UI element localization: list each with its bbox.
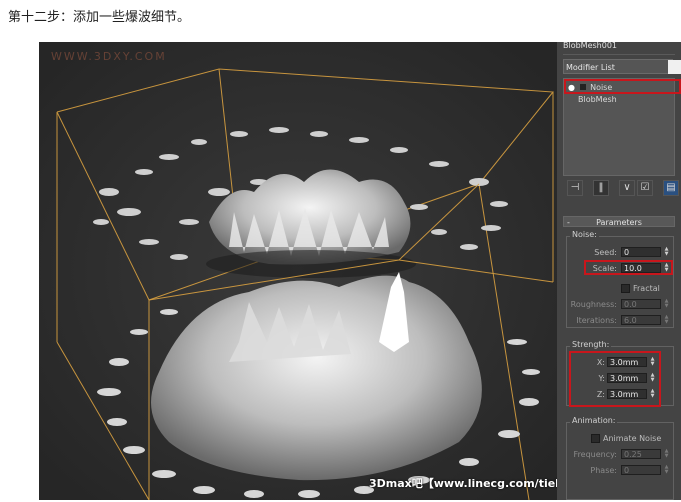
strength-group-title: Strength: <box>570 340 612 349</box>
seed-field[interactable]: 0 <box>621 247 661 257</box>
collapse-icon[interactable]: - <box>567 217 570 228</box>
parameters-title: Parameters <box>596 218 642 227</box>
parameters-rollout-header[interactable]: - Parameters <box>563 216 675 227</box>
perspective-viewport[interactable]: WWW.3DXY.COM 3Dmax吧【www.linecg.com/tieba… <box>39 42 557 500</box>
top-watermark: WWW.3DXY.COM <box>51 50 167 63</box>
frequency-label: Frequency: <box>573 450 617 459</box>
phase-label: Phase: <box>590 466 617 475</box>
iterations-spinner-icon[interactable]: ▲ ▼ <box>663 315 670 325</box>
animation-group-title: Animation: <box>570 416 618 425</box>
noise-group-title: Noise: <box>570 230 599 239</box>
noise-highlight-box <box>564 79 681 94</box>
dropdown-arrow-icon[interactable] <box>668 60 681 74</box>
show-end-result-icon[interactable]: ‖ <box>593 180 609 196</box>
strength-highlight-box <box>569 351 661 407</box>
bottom-watermark: 3Dmax吧【www.linecg.com/tieba/1771】 <box>369 477 557 490</box>
seed-spinner-icon[interactable]: ▲ ▼ <box>663 247 670 257</box>
phase-spinner-icon[interactable]: ▲ ▼ <box>663 465 670 475</box>
object-name: BlobMesh001 <box>563 42 618 50</box>
roughness-label: Roughness: <box>570 300 617 309</box>
animate-noise-label: Animate Noise <box>603 434 662 443</box>
fractal-checkbox[interactable] <box>621 284 630 293</box>
modifier-list-label: Modifier List <box>566 63 615 72</box>
iterations-field[interactable]: 6.0 <box>621 315 661 325</box>
seed-label: Seed: <box>594 248 617 257</box>
configure-sets-icon[interactable]: ▤ <box>663 180 679 196</box>
roughness-field[interactable]: 0.0 <box>621 299 661 309</box>
remove-modifier-icon[interactable]: ☑ <box>637 180 653 196</box>
command-panel: BlobMesh001 Modifier List ● Noise BlobMe… <box>557 42 681 500</box>
fractal-label: Fractal <box>633 284 660 293</box>
phase-field[interactable]: 0 <box>621 465 661 475</box>
scale-highlight-box <box>584 260 673 275</box>
iterations-label: Iterations: <box>576 316 617 325</box>
pin-stack-icon[interactable]: ⊣ <box>567 180 583 196</box>
stack-item-blobmesh[interactable]: BlobMesh <box>578 94 617 105</box>
stack-item-label: BlobMesh <box>578 95 617 104</box>
frequency-field[interactable]: 0.25 <box>621 449 661 459</box>
scene-render <box>39 42 557 500</box>
step-caption: 第十二步：添加一些爆波细节。 <box>8 10 191 25</box>
animate-noise-checkbox[interactable] <box>591 434 600 443</box>
roughness-spinner-icon[interactable]: ▲ ▼ <box>663 299 670 309</box>
modifier-list-dropdown[interactable]: Modifier List <box>563 59 681 74</box>
stack-toolbar: ⊣ ‖ ∨ ☑ ▤ <box>563 180 681 196</box>
frequency-spinner-icon[interactable]: ▲ ▼ <box>663 449 670 459</box>
make-unique-icon[interactable]: ∨ <box>619 180 635 196</box>
